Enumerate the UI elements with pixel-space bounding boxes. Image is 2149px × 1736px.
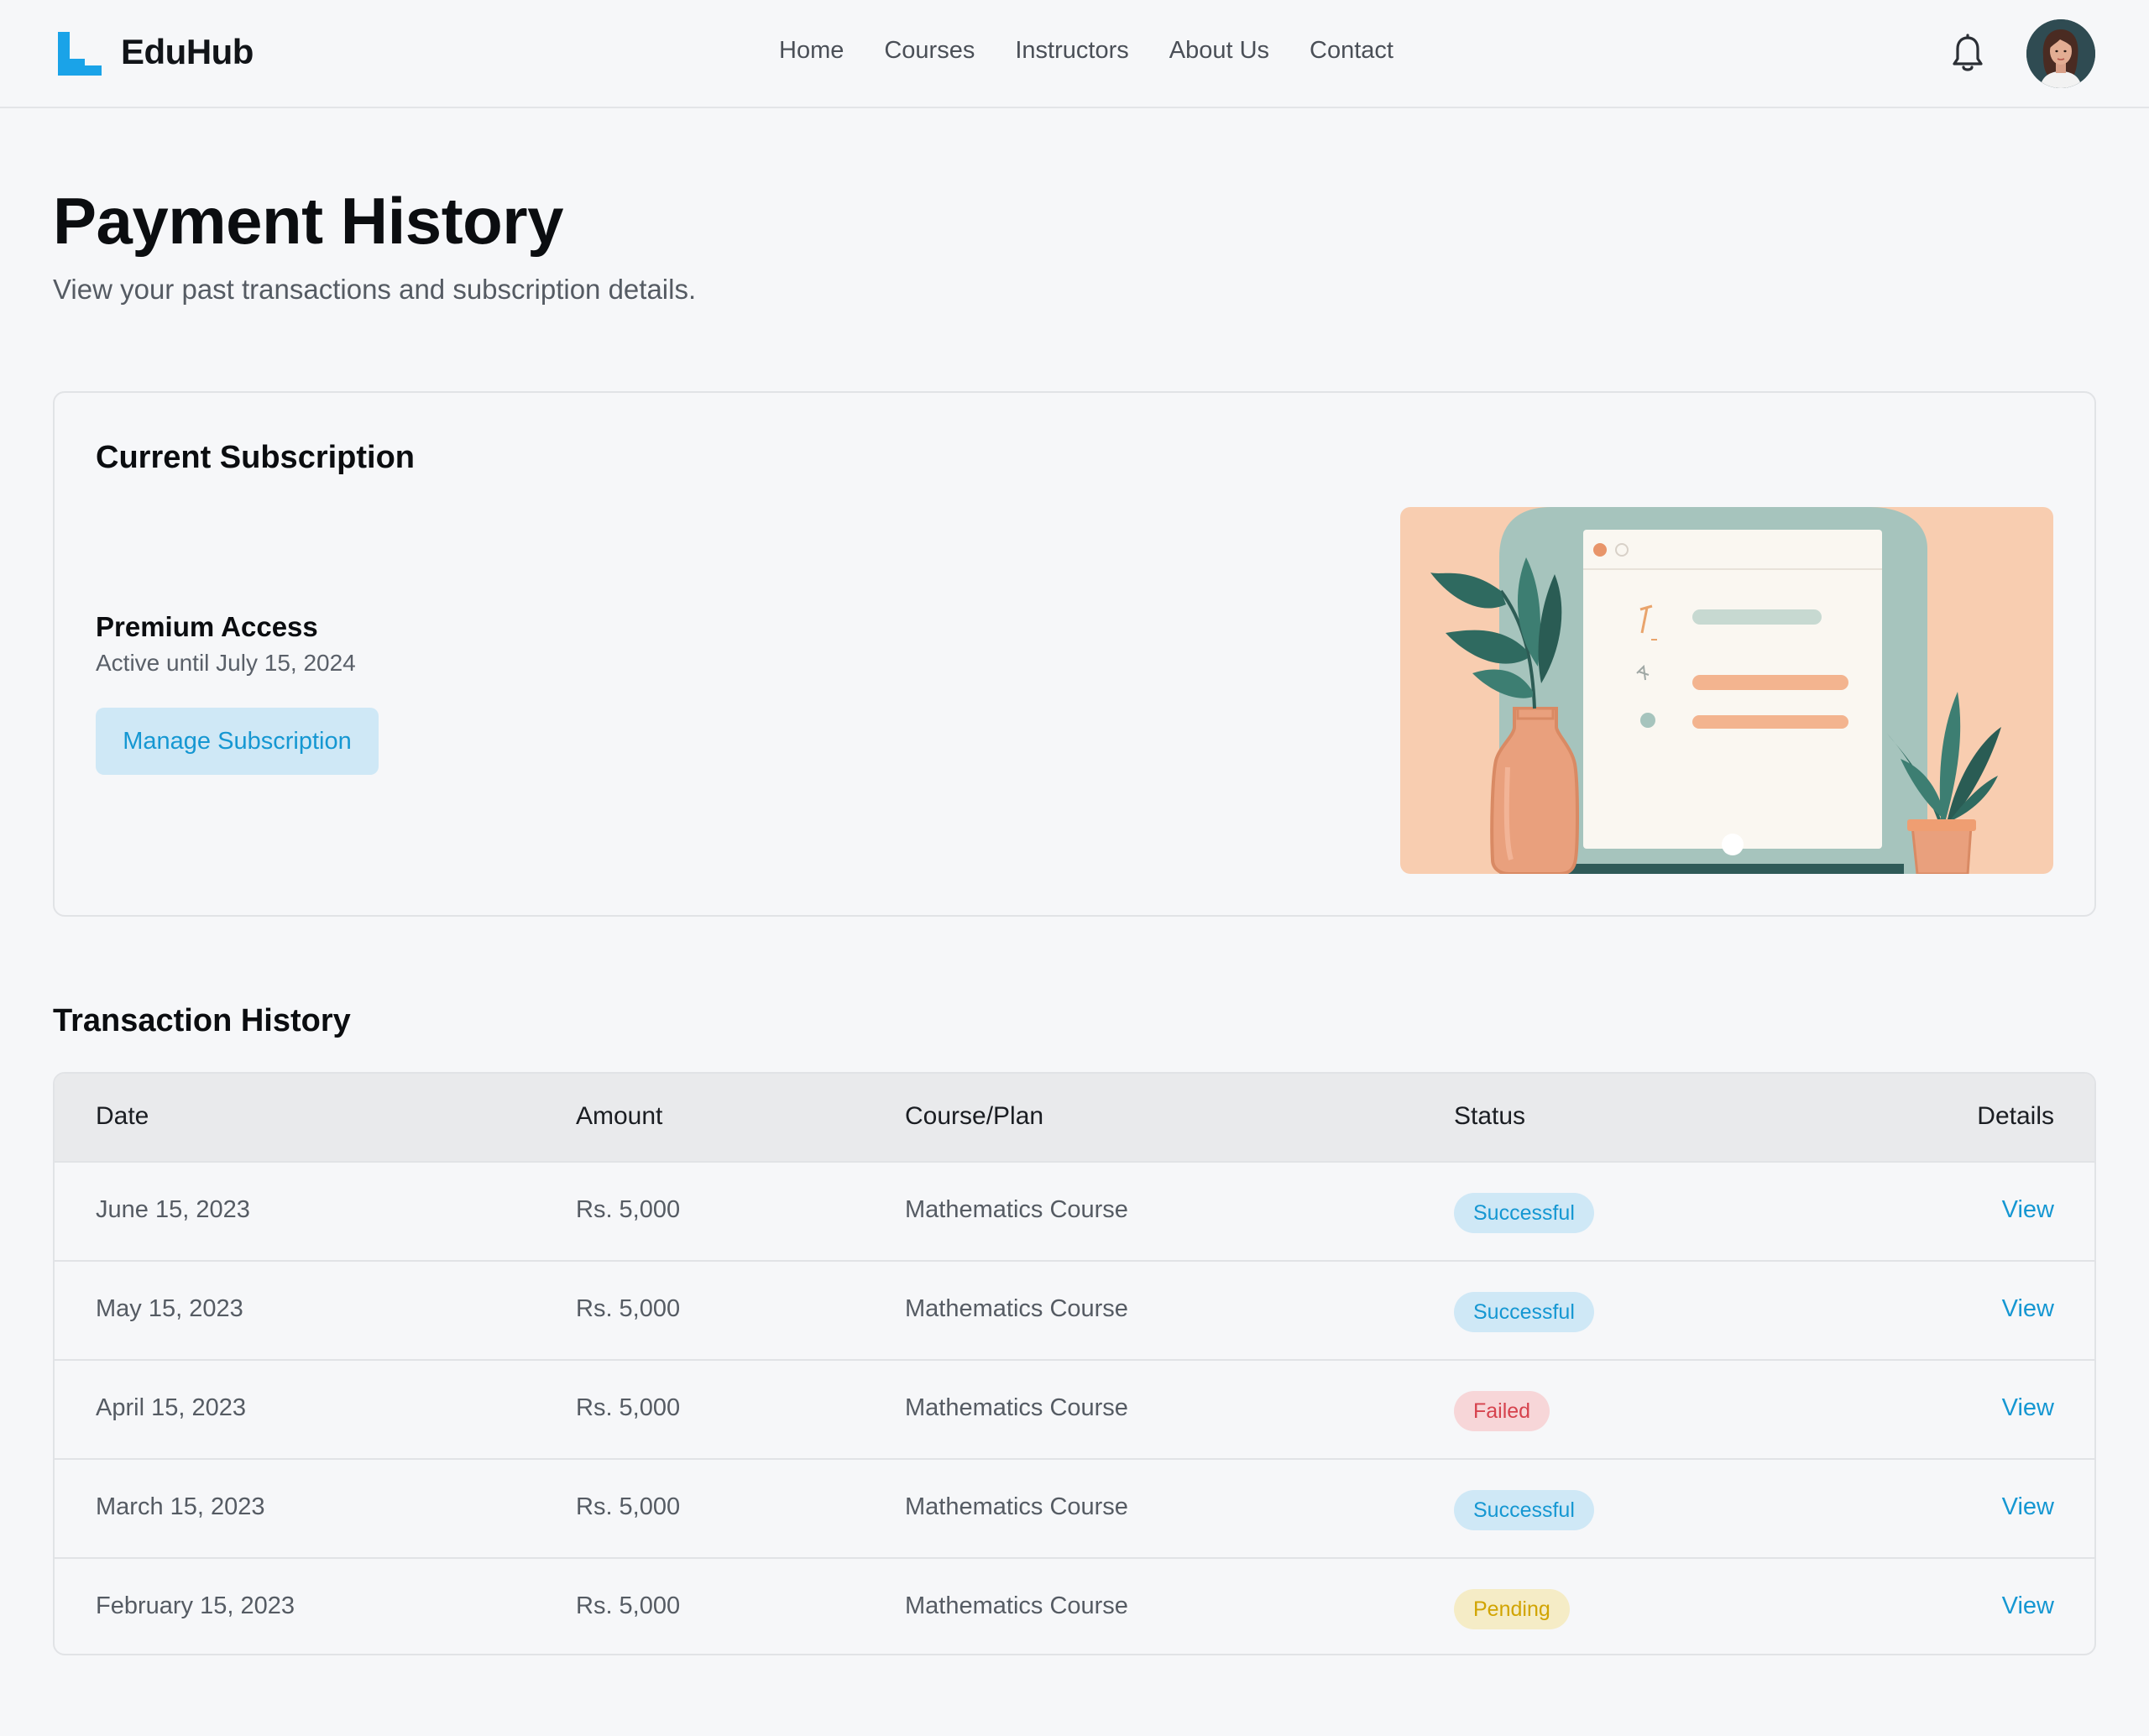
subscription-heading: Current Subscription xyxy=(96,440,416,475)
row-date: May 15, 2023 xyxy=(96,1295,243,1322)
status-badge: Successful xyxy=(1454,1193,1594,1233)
table-row: June 15, 2023 Rs. 5,000 Mathematics Cour… xyxy=(55,1161,2094,1260)
row-course: Mathematics Course xyxy=(905,1295,1128,1322)
table-row: May 15, 2023 Rs. 5,000 Mathematics Cours… xyxy=(55,1260,2094,1359)
current-subscription-card: Current Subscription Premium Access Acti… xyxy=(53,391,2096,917)
view-details-link[interactable]: View xyxy=(2002,1493,2054,1521)
status-badge: Successful xyxy=(1454,1292,1594,1332)
subscription-illustration xyxy=(1400,507,2053,874)
nav-about-us[interactable]: About Us xyxy=(1169,37,1269,65)
view-details-link[interactable]: View xyxy=(2002,1592,2054,1620)
user-avatar-image xyxy=(2026,19,2095,88)
nav-courses[interactable]: Courses xyxy=(884,37,975,65)
column-header-amount: Amount xyxy=(576,1102,663,1130)
transaction-table: Date Amount Course/Plan Status Details J… xyxy=(53,1072,2096,1655)
row-date: March 15, 2023 xyxy=(96,1493,265,1520)
nav-instructors[interactable]: Instructors xyxy=(1015,37,1128,65)
row-course: Mathematics Course xyxy=(905,1592,1128,1619)
view-details-link[interactable]: View xyxy=(2002,1196,2054,1224)
row-date: April 15, 2023 xyxy=(96,1394,246,1421)
bell-icon[interactable] xyxy=(1949,34,1986,74)
status-badge: Pending xyxy=(1454,1589,1570,1629)
row-amount: Rs. 5,000 xyxy=(576,1394,681,1421)
row-course: Mathematics Course xyxy=(905,1493,1128,1520)
user-avatar[interactable] xyxy=(2026,19,2095,88)
transaction-history-heading: Transaction History xyxy=(53,1003,351,1038)
row-amount: Rs. 5,000 xyxy=(576,1295,681,1322)
view-details-link[interactable]: View xyxy=(2002,1295,2054,1323)
column-header-status: Status xyxy=(1454,1102,1526,1130)
table-row: April 15, 2023 Rs. 5,000 Mathematics Cou… xyxy=(55,1359,2094,1458)
row-amount: Rs. 5,000 xyxy=(576,1196,681,1223)
nav-home[interactable]: Home xyxy=(779,37,844,65)
brand-name[interactable]: EduHub xyxy=(121,32,254,72)
row-amount: Rs. 5,000 xyxy=(576,1592,681,1619)
column-header-date: Date xyxy=(96,1102,149,1130)
plan-name: Premium Access xyxy=(96,611,318,642)
row-date: February 15, 2023 xyxy=(96,1592,295,1619)
row-course: Mathematics Course xyxy=(905,1196,1128,1223)
page-title: Payment History xyxy=(53,184,564,258)
status-badge: Failed xyxy=(1454,1391,1550,1431)
column-header-details: Details xyxy=(1977,1102,2054,1130)
nav-contact[interactable]: Contact xyxy=(1310,37,1393,65)
row-date: June 15, 2023 xyxy=(96,1196,250,1223)
status-badge: Successful xyxy=(1454,1490,1594,1530)
laptop-plants-illustration xyxy=(1400,507,2053,874)
manage-subscription-button[interactable]: Manage Subscription xyxy=(96,708,379,775)
main-nav: Home Courses Instructors About Us Contac… xyxy=(779,37,1393,65)
plan-expiry: Active until July 15, 2024 xyxy=(96,650,356,676)
column-header-course: Course/Plan xyxy=(905,1102,1044,1130)
table-header: Date Amount Course/Plan Status Details xyxy=(55,1074,2094,1161)
view-details-link[interactable]: View xyxy=(2002,1394,2054,1422)
row-amount: Rs. 5,000 xyxy=(576,1493,681,1520)
page-subtitle: View your past transactions and subscrip… xyxy=(53,274,697,305)
table-row: March 15, 2023 Rs. 5,000 Mathematics Cou… xyxy=(55,1458,2094,1557)
eduhub-logo-icon[interactable] xyxy=(56,30,103,77)
table-row: February 15, 2023 Rs. 5,000 Mathematics … xyxy=(55,1557,2094,1654)
row-course: Mathematics Course xyxy=(905,1394,1128,1421)
top-navbar: EduHub Home Courses Instructors About Us… xyxy=(0,0,2149,108)
